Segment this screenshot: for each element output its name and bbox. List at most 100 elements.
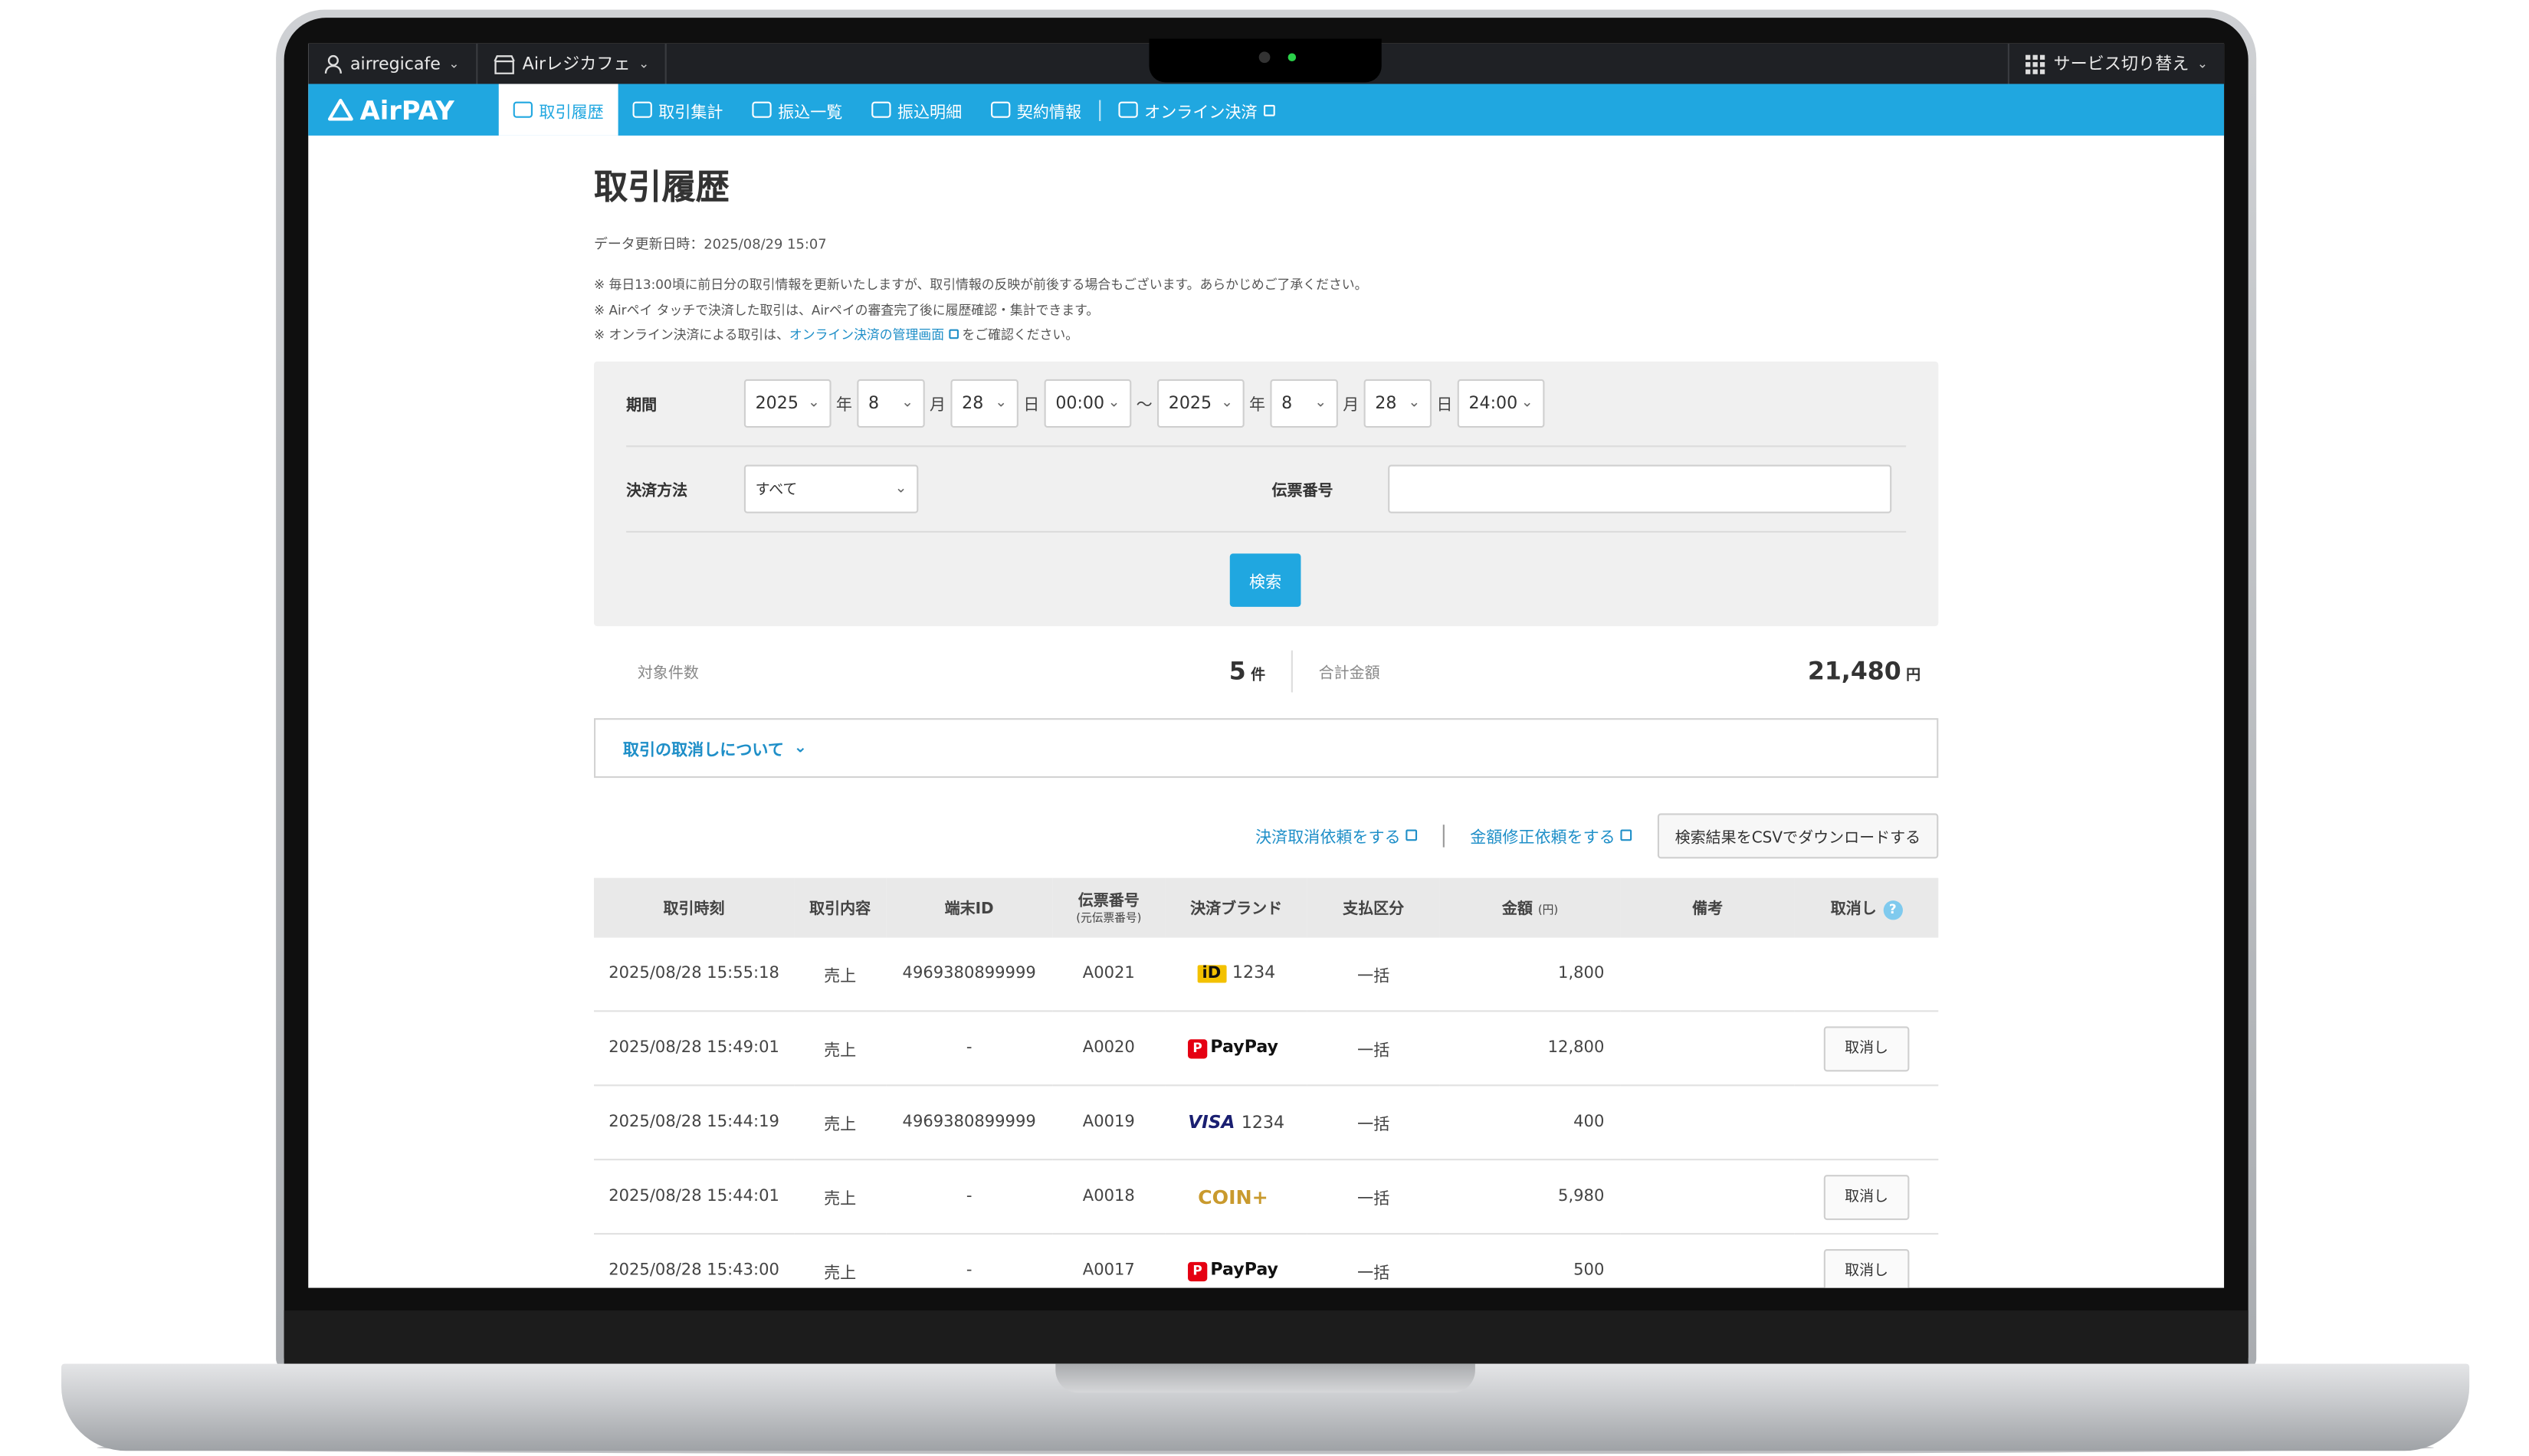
cancel-request-link[interactable]: 決済取消依頼をする (1255, 823, 1417, 848)
cell-amount: 12,800 (1439, 1011, 1621, 1087)
search-button[interactable]: 検索 (1229, 553, 1301, 606)
from-time-select[interactable]: 00:00 ⌄ (1044, 378, 1132, 428)
cell-pay: 一括 (1307, 1234, 1440, 1288)
cell-remarks (1620, 1159, 1795, 1235)
method-row: 決済方法 すべて ⌄ 伝票番号 (626, 446, 1906, 530)
chevron-down-icon: ⌄ (1314, 394, 1327, 411)
to-month-select[interactable]: 8 ⌄ (1270, 378, 1338, 428)
cell-slip: A0018 (1052, 1159, 1166, 1235)
unit-label: 日 (1436, 397, 1453, 415)
link-label: 決済取消依頼をする (1255, 829, 1401, 848)
cell-cancel: 取消し (1794, 1234, 1939, 1288)
from-year-select[interactable]: 2025 ⌄ (743, 378, 832, 428)
total-unit: 円 (1906, 667, 1921, 684)
shop-icon (991, 101, 1011, 118)
cancel-button[interactable]: 取消し (1823, 1248, 1910, 1288)
screen: airregicafe ⌄ Airレジカフェ ⌄ サービス切り替え ⌄ AirP… (308, 43, 2225, 1288)
tab-transfer-list[interactable]: 振込一覧 (737, 84, 857, 136)
total-value: 21,480 円 (1671, 657, 1921, 686)
help-icon[interactable]: ? (1883, 900, 1903, 920)
col-type: 取引内容 (809, 900, 871, 919)
cell-brand: P PayPay (1165, 1011, 1307, 1087)
page-title: 取引履歴 (594, 168, 730, 207)
airpay-logo[interactable]: AirPAY (308, 94, 499, 125)
main-nav: AirPAY 取引履歴 取引集計 振込一覧 振込明細 契約情報 オンライン決済 (308, 84, 2225, 136)
unit-label: 年 (835, 397, 852, 415)
cell-cancel: 取消し (1794, 1159, 1939, 1235)
tab-label: 振込一覧 (778, 103, 843, 123)
col-amount-unit: (円) (1537, 903, 1559, 917)
cell-cancel (1794, 936, 1939, 1012)
online-payment-icon (1118, 101, 1138, 118)
brand-wrap: iD 1234 (1197, 964, 1275, 983)
tab-transaction-summary[interactable]: 取引集計 (618, 84, 738, 136)
cell-type: 売上 (794, 1085, 887, 1161)
service-switch-menu[interactable]: サービス切り替え ⌄ (2008, 43, 2224, 84)
tab-contract-info[interactable]: 契約情報 (976, 84, 1096, 136)
store-menu[interactable]: Airレジカフェ ⌄ (477, 43, 668, 84)
cell-cancel (1794, 1085, 1939, 1161)
brand-name: PayPay (1210, 1038, 1278, 1058)
tab-transfer-details[interactable]: 振込明細 (857, 84, 976, 136)
cell-type: 売上 (794, 1011, 887, 1087)
table-row: 2025/08/28 15:43:00 売上 - A0017 P PayPay 一括 500 取… (594, 1234, 1939, 1288)
about-cancellation-accordion[interactable]: 取引の取消しについて ⌄ (594, 717, 1939, 778)
paypay-brand-logo: P PayPay (1187, 1261, 1278, 1282)
csv-download-button[interactable]: 検索結果をCSVでダウンロードする (1657, 812, 1939, 858)
cell-time: 2025/08/28 15:44:01 (594, 1159, 795, 1235)
data-updated-time: データ更新日時：2025/08/29 15:07 (594, 237, 827, 254)
to-time-select[interactable]: 24:00 ⌄ (1457, 378, 1545, 428)
to-year-select[interactable]: 2025 ⌄ (1157, 378, 1245, 428)
col-pay: 支払区分 (1343, 900, 1405, 919)
account-menu[interactable]: airregicafe ⌄ (308, 43, 477, 84)
unit-label: 月 (930, 397, 946, 415)
external-link-icon (948, 329, 959, 339)
col-slip-label: 伝票番号 (1078, 892, 1140, 910)
cell-amount: 5,980 (1439, 1159, 1621, 1235)
chevron-down-icon: ⌄ (638, 56, 650, 71)
slip-number-label: 伝票番号 (1271, 481, 1333, 500)
from-month-select[interactable]: 8 ⌄ (857, 378, 925, 428)
chevron-down-icon: ⌄ (2196, 56, 2209, 71)
cell-amount: 400 (1439, 1085, 1621, 1161)
from-day-select[interactable]: 28 ⌄ (950, 378, 1018, 428)
select-value: 2025 (755, 392, 799, 413)
amount-fix-request-link[interactable]: 金額修正依頼をする (1470, 823, 1632, 848)
count-value: 5 件 (1157, 657, 1265, 686)
external-link-icon (1620, 829, 1632, 841)
cell-type: 売上 (794, 1159, 887, 1235)
payment-method-select[interactable]: すべて ⌄ (743, 464, 919, 513)
action-divider (1442, 824, 1445, 847)
select-value: 8 (868, 392, 880, 413)
cell-type: 売上 (794, 936, 887, 1012)
nav-divider (1099, 99, 1101, 120)
select-value: 24:00 (1468, 392, 1518, 413)
cell-pay: 一括 (1307, 1159, 1440, 1235)
slip-number-input[interactable] (1388, 464, 1892, 513)
cell-slip: A0017 (1052, 1234, 1166, 1288)
col-cancel-label: 取消し (1830, 900, 1877, 918)
cell-terminal: 4969380899999 (886, 1085, 1053, 1161)
tab-online-payment[interactable]: オンライン決済 (1104, 84, 1290, 136)
cell-time: 2025/08/28 15:55:18 (594, 936, 795, 1012)
brand-wrap: VISA 1234 (1188, 1112, 1284, 1133)
cell-amount: 1,800 (1439, 936, 1621, 1012)
to-day-select[interactable]: 28 ⌄ (1363, 378, 1432, 428)
laptop-mockup: airregicafe ⌄ Airレジカフェ ⌄ サービス切り替え ⌄ AirP… (0, 0, 2529, 1456)
note-line: ※ 毎日13:00頃に前日分の取引情報を更新いたしますが、取引情報の反映が前後す… (594, 277, 1368, 293)
cancel-button[interactable]: 取消し (1823, 1174, 1910, 1220)
cell-remarks (1620, 1085, 1795, 1161)
chevron-down-icon: ⌄ (1520, 394, 1533, 411)
brand-wrap: P PayPay (1187, 1261, 1284, 1282)
main-content: 取引履歴 データ更新日時：2025/08/29 15:07 ※ 毎日13:00頃… (594, 136, 1939, 1288)
online-payment-admin-link[interactable]: オンライン決済の管理画面 (789, 328, 944, 343)
cell-time: 2025/08/28 15:49:01 (594, 1011, 795, 1087)
table-row: 2025/08/28 15:44:19 売上 4969380899999 A0019 V… (594, 1085, 1939, 1161)
cell-slip: A0020 (1052, 1011, 1166, 1087)
camera-indicator (1287, 53, 1297, 62)
user-icon (324, 54, 342, 73)
cancel-button[interactable]: 取消し (1823, 1025, 1910, 1071)
cell-time: 2025/08/28 15:44:19 (594, 1085, 795, 1161)
tab-transaction-history[interactable]: 取引履歴 (498, 84, 618, 136)
chevron-down-icon: ⌄ (894, 480, 907, 497)
